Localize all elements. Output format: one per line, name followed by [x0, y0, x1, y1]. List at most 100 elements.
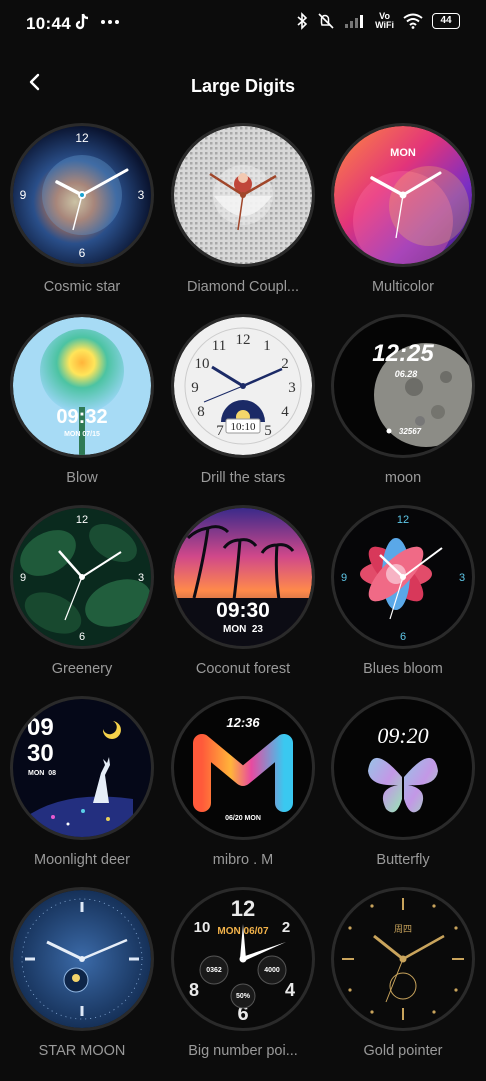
dial-numeral: 6 [400, 631, 406, 643]
watch-face-label: Diamond Coupl... [186, 279, 300, 295]
battery-complication-value: 50% [236, 993, 251, 1000]
dial-numeral: 1 [263, 338, 271, 354]
watch-face-preview: 12 3 6 9 [13, 126, 151, 264]
watch-face-multicolor[interactable]: MON Multicolor [327, 126, 477, 310]
watch-face-cosmic-star[interactable]: 12 3 6 9 Cosmic star [6, 126, 156, 310]
watch-face-butterfly[interactable]: 09:20 Butterfly [327, 699, 477, 883]
time-display: 09:30 [216, 599, 270, 622]
right-complication-value: 4000 [264, 967, 280, 974]
dial-numeral: 8 [197, 404, 205, 420]
watch-face-diamond-couple[interactable]: Diamond Coupl... [167, 126, 317, 310]
watch-face-blow[interactable]: 09:32 MON 07/15 Blow [6, 317, 156, 501]
watch-face-label: Blues bloom [363, 661, 443, 677]
dial-numeral: 3 [459, 572, 465, 584]
dial-numeral: 12 [75, 131, 89, 145]
watch-face-preview: 周四 [334, 890, 472, 1028]
mute-icon [318, 13, 334, 29]
dial-numeral: 2 [281, 356, 289, 372]
battery-indicator: 44 [432, 13, 460, 29]
watch-face-preview: 09:20 [334, 699, 472, 837]
dial-numeral: 12 [231, 896, 255, 921]
page-title: Large Digits [190, 76, 296, 96]
watch-face-label: mibro . M [212, 852, 274, 868]
watch-face-preview: 12 3 6 9 [334, 508, 472, 646]
dial-numeral: 3 [288, 380, 296, 396]
dial-numeral: 9 [191, 380, 199, 396]
watch-face-greenery[interactable]: 12 3 6 9 Greenery [6, 508, 156, 692]
date-window: 10:10 [230, 421, 256, 433]
time-display: 12:36 [226, 715, 260, 730]
watch-face-preview: 09:32 MON 07/15 [13, 317, 151, 455]
grid-row: 09 30 MON 08 Moonlight deer 12:36 06/20 … [0, 699, 486, 890]
dial-numeral: 11 [212, 338, 226, 354]
dial-numeral: 3 [138, 188, 145, 202]
dial-numeral: 2 [282, 919, 290, 936]
minute-display: 30 [27, 740, 54, 767]
grid-row: 12 3 6 9 Cosmic star Diamond Coupl... MO… [0, 126, 486, 317]
day-label: MON [390, 147, 416, 159]
watch-face-preview: 12:25 06.28 32567 [334, 317, 472, 455]
vowifi-indicator: Vo WiFi [375, 11, 394, 30]
day-label: 周四 [394, 924, 412, 934]
watch-face-mibro-m[interactable]: 12:36 06/20 MON mibro . M [167, 699, 317, 883]
dial-numeral: 4 [285, 980, 295, 1000]
dial-numeral: 9 [20, 572, 26, 584]
date-display: 06/20 MON [225, 815, 261, 822]
watch-face-coconut-forest[interactable]: 09:30 MON 23 Coconut forest [167, 508, 317, 692]
bluetooth-icon [297, 12, 308, 30]
status-time: 10:44 [26, 14, 71, 33]
dial-numeral: 4 [281, 404, 289, 420]
dial-numeral: 10 [195, 356, 210, 372]
watch-face-blues-bloom[interactable]: 12 3 6 9 Blues bloom [327, 508, 477, 692]
watch-face-label: Greenery [51, 661, 113, 677]
status-bar: 10:44 Vo WiFi 44 [0, 0, 486, 46]
time-display: 09:32 [56, 406, 107, 428]
watch-face-star-moon[interactable]: STAR MOON [6, 890, 156, 1074]
left-complication-value: 0362 [206, 967, 222, 974]
dial-numeral: 3 [138, 572, 144, 584]
watch-face-label: Moonlight deer [34, 852, 130, 868]
dial-numeral: 7 [216, 423, 224, 439]
watch-face-gold-pointer[interactable]: 周四 Gold pointer [327, 890, 477, 1074]
watch-face-label: Multicolor [371, 279, 435, 295]
watch-face-preview: 12 10 2 8 4 6 MON 06/07 0362 4000 50% [174, 890, 312, 1028]
watch-face-preview [174, 126, 312, 264]
watch-face-big-number-pointer[interactable]: 12 10 2 8 4 6 MON 06/07 0362 4000 50% Bi… [167, 890, 317, 1074]
date-display: MON 08 [28, 770, 56, 777]
watch-face-label: Gold pointer [363, 1043, 443, 1059]
dial-numeral: 6 [79, 631, 85, 643]
watch-face-preview: MON [334, 126, 472, 264]
watch-face-preview: 09:30 MON 23 [174, 508, 312, 646]
grid-row: STAR MOON 12 10 2 8 4 6 MON 06/07 0362 4… [0, 890, 486, 1081]
watch-face-label: Butterfly [376, 852, 430, 868]
watch-face-preview: 09 30 MON 08 [13, 699, 151, 837]
watch-face-label: STAR MOON [38, 1043, 126, 1059]
watch-face-moon[interactable]: 12:25 06.28 32567 moon [327, 317, 477, 501]
steps-display: 32567 [399, 427, 422, 436]
dial-numeral: 10 [194, 919, 211, 936]
dial-numeral: 6 [79, 246, 86, 260]
tiktok-icon [75, 13, 89, 30]
dial-numeral: 8 [189, 980, 199, 1000]
watch-face-drill-the-stars[interactable]: 12 1 2 3 4 5 7 8 9 10 11 10:10 Drill the… [167, 317, 317, 501]
watch-face-label: Big number poi... [188, 1043, 298, 1059]
watch-face-preview [13, 890, 151, 1028]
watch-face-moonlight-deer[interactable]: 09 30 MON 08 Moonlight deer [6, 699, 156, 883]
watch-face-label: Blow [66, 470, 98, 486]
date-display: MON 23 [223, 624, 263, 635]
grid-row: 09:32 MON 07/15 Blow 12 1 2 3 4 5 7 8 9 … [0, 317, 486, 508]
hour-display: 09 [27, 714, 54, 741]
dial-numeral: 12 [236, 332, 251, 348]
dial-numeral: 9 [341, 572, 347, 584]
more-dots-icon [101, 20, 119, 24]
header: Large Digits [0, 62, 486, 108]
dial-numeral: 9 [20, 188, 27, 202]
watch-face-label: Coconut forest [195, 661, 291, 677]
watch-face-label: moon [384, 470, 422, 486]
time-display: 09:20 [377, 723, 428, 748]
steps-icon [386, 428, 392, 434]
time-display: 12:25 [372, 340, 434, 367]
watch-face-label: Drill the stars [200, 470, 286, 486]
watch-face-preview: 12:36 06/20 MON [174, 699, 312, 837]
dial-numeral: 12 [76, 514, 88, 526]
